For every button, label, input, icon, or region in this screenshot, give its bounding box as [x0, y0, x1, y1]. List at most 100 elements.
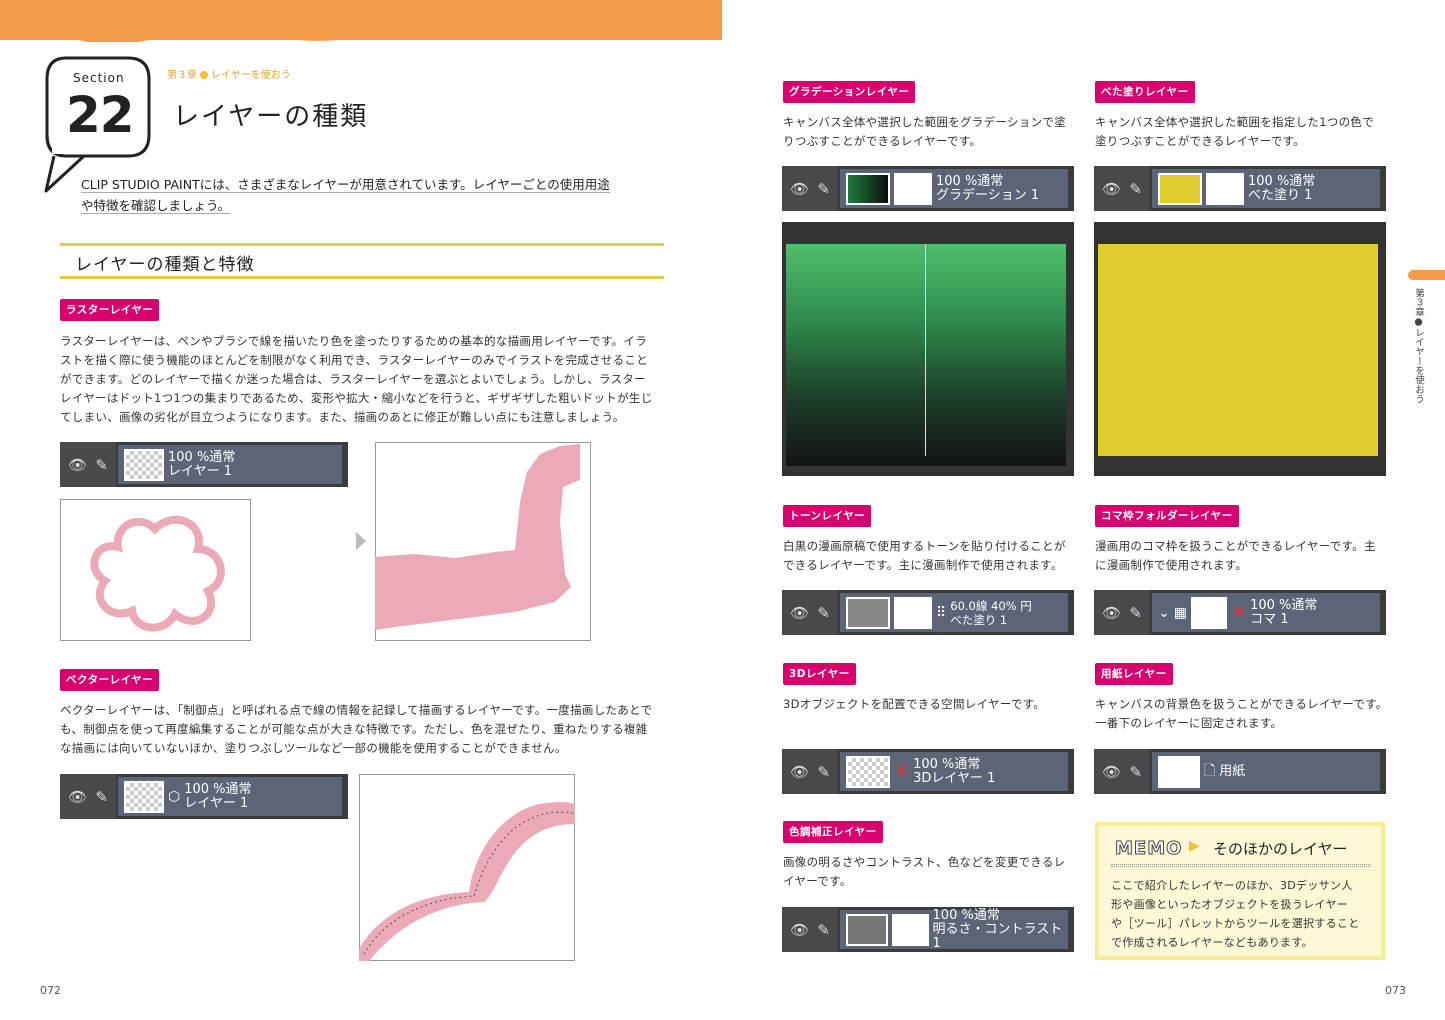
- lead-line: や特徴を確認しましょう。: [81, 198, 231, 214]
- vector-layer-panel: 👁 ✎ ⬡ 100 %通常 レイヤー 1: [60, 774, 348, 819]
- eye-icon[interactable]: 👁: [790, 763, 809, 781]
- ruler-off-icon: ✕: [1230, 602, 1247, 623]
- text-line: ストを描く際に使う機能のほとんどを制限がなく利用でき、ラスターレイヤーのみでイラ…: [60, 353, 649, 367]
- tag-vector: ベクターレイヤー: [60, 669, 160, 691]
- pen-icon[interactable]: ✎: [1129, 604, 1142, 622]
- tonal-description: 画像の明るさやコントラスト、色などを変更できるレ イヤーです。: [783, 853, 1078, 891]
- section-label: Section: [73, 71, 125, 85]
- triangle-right-icon: ▶: [1189, 838, 1200, 854]
- page-number-right: 073: [1385, 984, 1406, 997]
- text-line: ここで紹介したレイヤーのほか、3Dデッサン人: [1111, 879, 1353, 892]
- raster-flower-illustration: [60, 499, 251, 641]
- text-line: てしまい、画像の劣化が目立つようになります。また、描画のあとに修正が難しい点にも…: [60, 410, 625, 424]
- eye-icon[interactable]: 👁: [68, 788, 87, 806]
- text-line: 白黒の漫画原稿で使用するトーンを貼り付けることが: [783, 539, 1066, 553]
- layer-name: コマ 1: [1250, 611, 1289, 627]
- gradient-thumbnail: [846, 172, 890, 205]
- tag-tonal: 色調補正レイヤー: [783, 821, 883, 843]
- text-line: で作成されるレイヤーなどもあります。: [1111, 936, 1313, 949]
- layer-name: 明るさ・コントラスト 1: [932, 921, 1063, 951]
- frame-layer-panel: 👁 ✎ ⌄ ▦ ✕ 100 %通常 コマ 1: [1094, 590, 1386, 635]
- page-title: レイヤーの種類: [173, 102, 369, 132]
- vector-zoom-illustration: [359, 774, 575, 961]
- tag-paper: 用紙レイヤー: [1095, 663, 1173, 685]
- 3d-thumbnail: [846, 755, 890, 788]
- layer-mode: 100 %通常: [932, 907, 1000, 923]
- heading-rule-top: [60, 243, 664, 246]
- text-line: レイヤーはドット1つ1つの集まりであるため、変形や拡大・縮小などを行うと、ギザギ…: [60, 391, 653, 405]
- tag-3d: 3Dレイヤー: [783, 663, 856, 685]
- text-line: キャンバス全体や選択した範囲をグラデーションで塗: [783, 115, 1066, 129]
- raster-layer-panel: 👁 ✎ 100 %通常 レイヤー 1: [60, 442, 348, 487]
- gradation-description: キャンバス全体や選択した範囲をグラデーションで塗 りつぶすことができるレイヤーで…: [783, 113, 1078, 151]
- layer-name: 3Dレイヤー 1: [913, 770, 996, 786]
- eye-icon[interactable]: 👁: [790, 604, 809, 622]
- breadcrumb-topic: レイヤーを使おう: [211, 70, 291, 81]
- gradient-guide: [925, 244, 926, 456]
- tone-dots-icon: ⠿: [936, 604, 947, 621]
- memo-label: MEMO: [1114, 838, 1183, 860]
- layer-mode: 100 %通常: [1250, 597, 1318, 613]
- paper-thumbnail: [1158, 755, 1200, 788]
- tone-description: 白黒の漫画原稿で使用するトーンを貼り付けることが できるレイヤーです。主に漫画制…: [783, 537, 1078, 575]
- breadcrumb: 第３章 レイヤーを使おう: [167, 66, 291, 81]
- layer-mode: 100 %通常: [168, 449, 236, 465]
- eye-icon[interactable]: 👁: [1102, 763, 1121, 781]
- memo-box: MEMO ▶ そのほかのレイヤー ここで紹介したレイヤーのほか、3Dデッサン人 …: [1095, 822, 1385, 960]
- pen-icon[interactable]: ✎: [95, 456, 108, 474]
- pen-icon[interactable]: ✎: [817, 763, 830, 781]
- layer-name: べた塗り 1: [1248, 187, 1313, 203]
- eye-icon[interactable]: 👁: [1102, 604, 1121, 622]
- frame-folder-icon: ▦: [1173, 604, 1187, 621]
- layer-name: レイヤー 1: [184, 795, 249, 811]
- section-number: 22: [66, 86, 135, 144]
- pen-icon[interactable]: ✎: [1129, 763, 1142, 781]
- text-line: キャンバスの背景色を扱うことができるレイヤーです。: [1095, 697, 1388, 711]
- layer-name: べた塗り 1: [950, 612, 1008, 627]
- bullet-icon: [200, 71, 208, 79]
- text-line: イヤーです。: [783, 874, 852, 888]
- pen-icon[interactable]: ✎: [817, 921, 830, 939]
- eye-icon[interactable]: 👁: [68, 456, 87, 474]
- text-line: できるレイヤーです。主に漫画制作で使用されます。: [783, 558, 1063, 572]
- chapter-side-label: 第３章●レイヤーを使おう: [1413, 288, 1424, 404]
- lead-line: CLIP STUDIO PAINTには、さまざまなレイヤーが用意されています。レ…: [81, 177, 610, 193]
- paper-description: キャンバスの背景色を扱うことができるレイヤーです。 一番下のレイヤーに固定されま…: [1095, 695, 1390, 733]
- pen-icon[interactable]: ✎: [817, 180, 830, 198]
- layer-mode: 100 %通常: [936, 173, 1004, 189]
- fill-area: [1098, 244, 1378, 456]
- frame-description: 漫画用のコマ枠を扱うことができるレイヤーです。主 に漫画制作で使用されます。: [1095, 537, 1390, 575]
- chapter-side-tab: [1408, 270, 1445, 280]
- raster-description: ラスターレイヤーは、ペンやブラシで線を描いたり色を塗ったりするための基本的な描画…: [60, 332, 670, 427]
- paper-icon: 🗋: [1204, 762, 1216, 779]
- chevron-down-icon[interactable]: ⌄: [1158, 605, 1170, 621]
- layer-mode: 60.0線 40% 円: [950, 598, 1032, 613]
- text-line: 3Dオブジェクトを配置できる空間レイヤーです。: [783, 697, 1046, 711]
- pen-icon[interactable]: ✎: [95, 788, 108, 806]
- layer-name: レイヤー 1: [168, 463, 233, 479]
- text-line: 一番下のレイヤーに固定されます。: [1095, 716, 1283, 730]
- fill-thumbnail: [1158, 172, 1202, 205]
- memo-rule: [1111, 864, 1371, 867]
- memo-title: そのほかのレイヤー: [1213, 840, 1348, 858]
- text-line: な描画には向いていないほか、塗りつぶしツールなど一部の機能を使用することができま…: [60, 741, 567, 755]
- vector-cube-icon: ⬡: [168, 788, 181, 805]
- ruler-off-icon: ✕: [894, 761, 910, 782]
- memo-text: ここで紹介したレイヤーのほか、3Dデッサン人 形や画像といったオブジェクトを扱う…: [1111, 876, 1381, 952]
- mask-thumbnail: [894, 172, 932, 205]
- layer-name: 用紙: [1219, 763, 1246, 779]
- lead-text: CLIP STUDIO PAINTには、さまざまなレイヤーが用意されています。レ…: [81, 174, 641, 216]
- paper-layer-panel: 👁 ✎ 🗋 用紙: [1094, 749, 1386, 794]
- text-line: に漫画制作で使用されます。: [1095, 558, 1248, 572]
- eye-icon[interactable]: 👁: [790, 921, 809, 939]
- eye-icon[interactable]: 👁: [790, 180, 809, 198]
- tone-layer-panel: 👁 ✎ ⠿ 60.0線 40% 円べた塗り 1: [782, 590, 1074, 635]
- pen-icon[interactable]: ✎: [817, 604, 830, 622]
- text-line: 画像の明るさやコントラスト、色などを変更できるレ: [783, 855, 1066, 869]
- fill-description: キャンバス全体や選択した範囲を指定した1つの色で 塗りつぶすことができるレイヤー…: [1095, 113, 1390, 151]
- layer-name: グラデーション 1: [936, 187, 1040, 203]
- tonal-layer-panel: 👁 ✎ 100 %通常 明るさ・コントラスト 1: [782, 907, 1074, 952]
- pen-icon[interactable]: ✎: [1129, 180, 1142, 198]
- eye-icon[interactable]: 👁: [1102, 180, 1121, 198]
- text-line: ラスターレイヤーは、ペンやブラシで線を描いたり色を塗ったりするための基本的な描画…: [60, 334, 648, 348]
